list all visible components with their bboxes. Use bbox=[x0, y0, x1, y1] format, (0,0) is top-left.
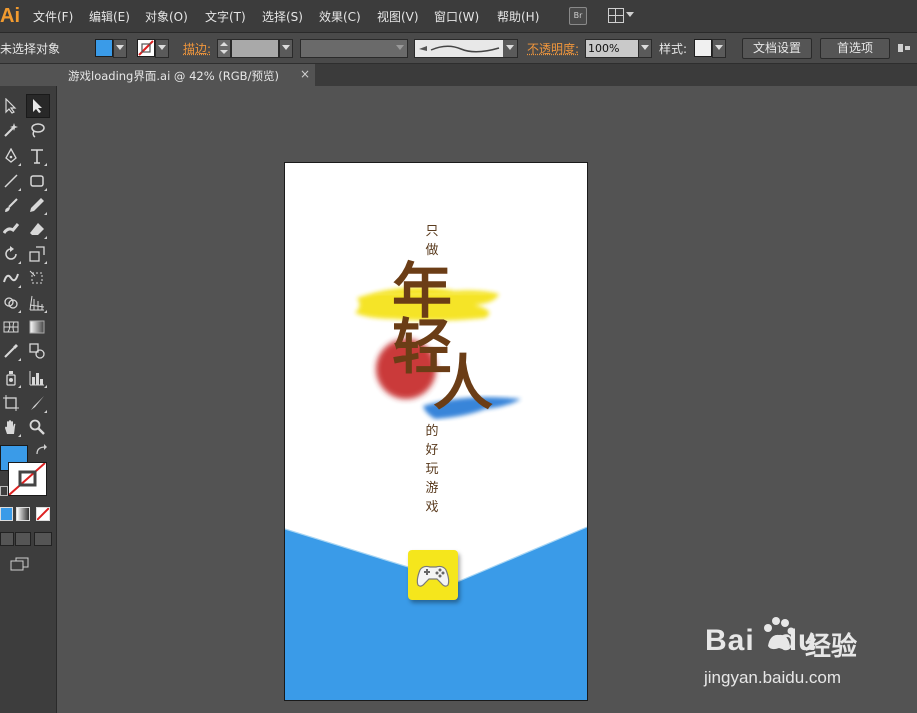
free-transform-tool-icon[interactable] bbox=[26, 267, 48, 289]
gradient-mode-icon[interactable] bbox=[16, 507, 30, 521]
stroke-label[interactable]: 描边: bbox=[183, 40, 211, 57]
menu-object[interactable]: 对象(O) bbox=[145, 8, 188, 25]
mesh-tool-icon[interactable] bbox=[0, 316, 22, 338]
opacity-label[interactable]: 不透明度: bbox=[527, 40, 579, 57]
type-tool-icon[interactable] bbox=[26, 145, 48, 167]
paw-icon bbox=[764, 617, 795, 650]
stroke-weight-dropdown[interactable] bbox=[279, 39, 293, 58]
opacity-field[interactable]: 100% bbox=[585, 39, 639, 58]
document-setup-button[interactable]: 文档设置 bbox=[742, 38, 812, 59]
variable-width-profile[interactable] bbox=[300, 39, 408, 58]
close-icon[interactable]: × bbox=[300, 67, 310, 81]
selection-tool-icon[interactable] bbox=[0, 95, 22, 117]
watermark-url: jingyan.baidu.com bbox=[704, 668, 842, 687]
blob-brush-tool-icon[interactable] bbox=[0, 218, 22, 240]
fill-swatch[interactable] bbox=[95, 39, 113, 57]
menu-window[interactable]: 窗口(W) bbox=[434, 8, 479, 25]
slice-tool-icon[interactable] bbox=[26, 392, 48, 414]
tools-panel bbox=[0, 86, 57, 713]
shape-builder-tool-icon[interactable] bbox=[0, 292, 22, 314]
none-mode-icon[interactable] bbox=[36, 507, 50, 521]
watermark-brand: 经验 bbox=[805, 632, 858, 662]
top-text: 只 做 bbox=[425, 224, 439, 258]
eraser-tool-icon[interactable] bbox=[26, 218, 48, 240]
pencil-tool-icon[interactable] bbox=[26, 194, 48, 216]
align-icon[interactable] bbox=[897, 41, 911, 55]
swap-colors-icon[interactable] bbox=[35, 444, 49, 456]
direct-selection-tool-icon[interactable] bbox=[26, 94, 50, 118]
stroke-dropdown[interactable] bbox=[155, 39, 169, 58]
menu-bar: Ai 文件(F) 编辑(E) 对象(O) 文字(T) 选择(S) 效果(C) 视… bbox=[0, 0, 917, 33]
arrange-documents-button[interactable] bbox=[608, 8, 634, 23]
rectangle-tool-icon[interactable] bbox=[26, 170, 48, 192]
graphic-style-swatch[interactable] bbox=[694, 39, 712, 57]
document-tab-bar: 游戏loading界面.ai @ 42% (RGB/预览) × bbox=[60, 64, 917, 86]
chevron-down-icon bbox=[626, 12, 634, 17]
menu-effect[interactable]: 效果(C) bbox=[319, 8, 361, 25]
brush-stroke-icon bbox=[419, 45, 500, 53]
fill-dropdown[interactable] bbox=[113, 39, 127, 58]
bridge-button[interactable]: Br bbox=[569, 7, 587, 25]
pen-tool-icon[interactable] bbox=[0, 145, 22, 167]
screen-mode-icon[interactable] bbox=[10, 557, 30, 571]
blend-tool-icon[interactable] bbox=[26, 340, 48, 362]
symbol-sprayer-tool-icon[interactable] bbox=[0, 367, 22, 389]
document-tab[interactable]: 游戏loading界面.ai @ 42% (RGB/预览) × bbox=[60, 64, 315, 86]
column-graph-tool-icon[interactable] bbox=[26, 367, 48, 389]
scale-tool-icon[interactable] bbox=[26, 243, 48, 265]
magic-wand-tool-icon[interactable] bbox=[0, 119, 22, 141]
opacity-dropdown[interactable] bbox=[638, 39, 652, 58]
warp-tool-icon[interactable] bbox=[0, 267, 22, 289]
draw-behind-icon[interactable] bbox=[15, 532, 31, 546]
game-app-icon bbox=[408, 550, 458, 600]
eyedropper-tool-icon[interactable] bbox=[0, 340, 22, 362]
hand-tool-icon[interactable] bbox=[0, 416, 22, 438]
app-logo: Ai bbox=[0, 5, 20, 27]
preferences-button[interactable]: 首选项 bbox=[820, 38, 890, 59]
lasso-tool-icon[interactable] bbox=[26, 119, 48, 141]
menu-help[interactable]: 帮助(H) bbox=[497, 8, 539, 25]
default-colors-icon[interactable] bbox=[0, 486, 8, 496]
stroke-color-box[interactable] bbox=[8, 462, 47, 496]
title-char-ren: 人 bbox=[433, 349, 493, 419]
menu-file[interactable]: 文件(F) bbox=[33, 8, 73, 25]
stroke-weight-field[interactable] bbox=[231, 39, 279, 58]
grid-icon bbox=[608, 8, 624, 23]
color-mode-icon[interactable] bbox=[0, 507, 13, 521]
selection-status: 未选择对象 bbox=[0, 42, 61, 56]
control-bar: 未选择对象 描边: 不透明度: 100% 样式: 文档设置 首选项 bbox=[0, 33, 917, 64]
draw-inside-icon[interactable] bbox=[34, 532, 52, 546]
zoom-tool-icon[interactable] bbox=[26, 416, 48, 438]
graphic-style-dropdown[interactable] bbox=[712, 39, 726, 58]
artboard[interactable]: 只 做 年 轻 人 的 好 玩 游 戏 bbox=[284, 162, 588, 701]
brush-definition[interactable] bbox=[414, 39, 518, 58]
rotate-tool-icon[interactable] bbox=[0, 243, 22, 265]
menu-view[interactable]: 视图(V) bbox=[377, 8, 419, 25]
stroke-swatch[interactable] bbox=[137, 39, 155, 57]
line-tool-icon[interactable] bbox=[0, 170, 22, 192]
stroke-weight-stepper[interactable] bbox=[217, 39, 231, 58]
menu-edit[interactable]: 编辑(E) bbox=[89, 8, 130, 25]
gamepad-icon bbox=[416, 565, 450, 587]
none-swatch-icon bbox=[138, 40, 154, 56]
draw-normal-icon[interactable] bbox=[0, 532, 14, 546]
artboard-tool-icon[interactable] bbox=[0, 392, 22, 414]
menu-select[interactable]: 选择(S) bbox=[262, 8, 303, 25]
baidu-jingyan-watermark: Bai du 经验 jingyan.baidu.com bbox=[700, 612, 870, 692]
bottom-text: 的 好 玩 游 戏 bbox=[425, 424, 439, 515]
perspective-grid-tool-icon[interactable] bbox=[26, 292, 48, 314]
menu-type[interactable]: 文字(T) bbox=[205, 8, 246, 25]
paintbrush-tool-icon[interactable] bbox=[0, 194, 22, 216]
style-label: 样式: bbox=[659, 42, 688, 56]
document-tab-label: 游戏loading界面.ai @ 42% (RGB/预览) bbox=[68, 69, 279, 83]
gradient-tool-icon[interactable] bbox=[26, 316, 48, 338]
